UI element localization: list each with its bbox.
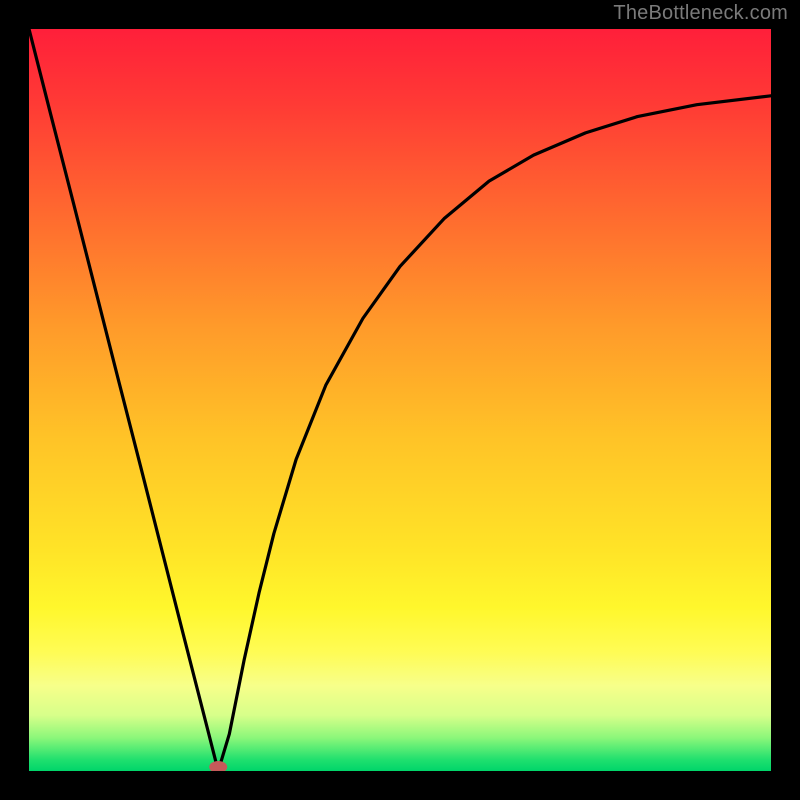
watermark-text: TheBottleneck.com [613, 2, 788, 25]
chart-background [29, 29, 771, 771]
chart-frame: TheBottleneck.com [0, 0, 800, 800]
bottleneck-chart [29, 29, 771, 771]
